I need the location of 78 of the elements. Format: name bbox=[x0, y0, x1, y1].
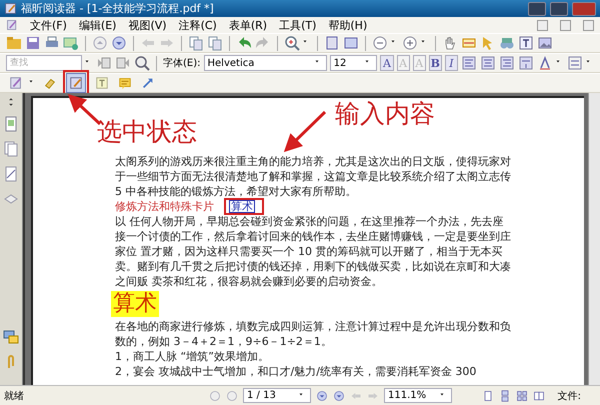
typed-text-box[interactable]: 算术 bbox=[229, 200, 255, 213]
page-field[interactable]: 1 / 13 bbox=[243, 388, 311, 403]
app-menu-icon[interactable] bbox=[6, 19, 18, 31]
zoom-field[interactable]: 111.1% bbox=[384, 388, 452, 403]
facing-pages-icon[interactable] bbox=[516, 390, 528, 402]
next-page-icon[interactable] bbox=[316, 390, 328, 402]
zoom-in-icon[interactable] bbox=[402, 35, 418, 51]
callout-label: 选中状态 bbox=[97, 116, 197, 148]
file-label: 文件: bbox=[558, 390, 581, 402]
find-next-icon[interactable] bbox=[115, 55, 131, 71]
page-icon[interactable] bbox=[188, 35, 204, 51]
menu-item[interactable]: 文件(F) bbox=[30, 18, 67, 32]
menu-item[interactable]: 注释(C) bbox=[178, 18, 217, 32]
character-spacing-icon[interactable] bbox=[518, 55, 534, 71]
continuous-page-icon[interactable] bbox=[499, 390, 511, 402]
subheading: 修炼方法和特殊卡片 bbox=[115, 200, 214, 213]
text-box-icon bbox=[95, 76, 109, 90]
search-icon[interactable] bbox=[134, 55, 150, 71]
menu-item[interactable]: 视图(V) bbox=[128, 18, 167, 32]
body-paragraph: 在各地的商家进行修炼，填数完成四则运算，注意计算过程中是允许出现分数和负数的，例如 3－4＋2＝1，9÷6－1÷2＝1。 bbox=[115, 319, 512, 349]
minimize-button[interactable] bbox=[528, 2, 546, 16]
section-heading: 算术 bbox=[111, 291, 159, 317]
fit-width-icon[interactable] bbox=[343, 35, 359, 51]
single-page-icon[interactable] bbox=[482, 390, 494, 402]
restore-button[interactable] bbox=[560, 20, 571, 30]
close-button[interactable] bbox=[583, 20, 594, 30]
menu-item[interactable]: 编辑(E) bbox=[78, 18, 116, 32]
zoom-in-icon[interactable] bbox=[284, 35, 300, 51]
next-page-icon[interactable] bbox=[111, 35, 127, 51]
font-dropdown[interactable]: Helvetica bbox=[204, 55, 327, 71]
image-icon[interactable] bbox=[537, 35, 553, 51]
save-icon[interactable] bbox=[25, 35, 41, 51]
align-right-icon[interactable] bbox=[499, 55, 516, 71]
line-spacing-icon[interactable] bbox=[567, 55, 584, 71]
pencil-icon bbox=[9, 76, 23, 90]
text-icon[interactable] bbox=[518, 35, 534, 51]
thumbnail-icon[interactable] bbox=[3, 116, 19, 132]
status-text: 就绪 bbox=[4, 390, 25, 402]
search-field[interactable]: 查找 bbox=[6, 55, 82, 71]
pages-icon[interactable] bbox=[3, 141, 19, 157]
fit-page-icon[interactable] bbox=[324, 35, 340, 51]
format-button[interactable]: B bbox=[428, 55, 442, 71]
callout-label: 输入内容 bbox=[335, 98, 435, 130]
menu-item[interactable]: 工具(T) bbox=[279, 18, 316, 32]
page-icon[interactable] bbox=[207, 35, 223, 51]
format-button[interactable]: I bbox=[444, 55, 458, 71]
body-paragraph: 太阁系列的游戏历来很注重主角的能力培养，尤其是这次出的日文版，使得玩家对于一些细节方面无法很清楚地了解和掌握，这篇文章是比较系统介绍了太阁立志传 5 中各种技能的锻炼方法，希望对大家有所帮助。 bbox=[115, 154, 512, 199]
scrollbar[interactable] bbox=[588, 93, 600, 385]
zoom-out-icon[interactable] bbox=[372, 35, 388, 51]
body-paragraph: 2，宴会 攻城战中士气增加，和口才/魅力/统率有关，需要消耗军资金 300 bbox=[115, 364, 478, 379]
signature-icon[interactable] bbox=[3, 166, 19, 182]
menu-item[interactable]: 帮助(H) bbox=[328, 18, 368, 32]
pointer-arrow bbox=[284, 110, 326, 152]
menu-item[interactable]: 表单(R) bbox=[228, 18, 268, 32]
font-size-dropdown[interactable]: 12 bbox=[330, 55, 378, 71]
arrow-icon bbox=[141, 76, 155, 90]
two-page-icon[interactable] bbox=[533, 390, 545, 402]
align-center-icon[interactable] bbox=[480, 55, 496, 71]
format-button[interactable]: A bbox=[380, 55, 394, 71]
eraser-icon bbox=[43, 76, 57, 90]
maximize-button[interactable] bbox=[550, 2, 568, 16]
close-button[interactable] bbox=[572, 2, 596, 16]
app-icon bbox=[4, 2, 17, 15]
body-paragraph: 以 任何人物开局，早期总会碰到资金紧张的问题，在这里推荐一个办法，先去座接一个讨债的工作，然后拿着讨回来的钱作本，去坐庄赌博赚钱，一定是要坐到庄家位 置才赌，因为这样只需要买一个 10 贯的筹码就可以开赌了，相当于无本买卖。赌到有几千贯之后把讨债的钱还掉，用剩下的钱做买卖，比如说在京町和大凑之间贩 卖茶和红花，很容易就会赚到必要的启动资金。 bbox=[115, 214, 512, 289]
previous-page-icon[interactable] bbox=[226, 390, 238, 402]
email-icon[interactable] bbox=[63, 35, 79, 51]
typewriter-icon bbox=[69, 76, 83, 90]
body-paragraph: 1，商工人脉 “增筑”效果增加。 bbox=[115, 349, 270, 364]
first-page-icon[interactable] bbox=[209, 390, 221, 402]
align-left-icon[interactable] bbox=[461, 55, 478, 71]
font-label: 字体(E): bbox=[163, 56, 200, 70]
window-title: 福昕阅读器 - [1-全技能学习流程.pdf *] bbox=[21, 1, 215, 16]
last-page-icon[interactable] bbox=[333, 390, 345, 402]
comments-icon[interactable] bbox=[3, 329, 19, 345]
highlight-frame bbox=[224, 198, 264, 215]
minimize-button[interactable] bbox=[537, 20, 548, 30]
open-folder-icon[interactable] bbox=[6, 35, 22, 51]
note-icon bbox=[118, 76, 132, 90]
